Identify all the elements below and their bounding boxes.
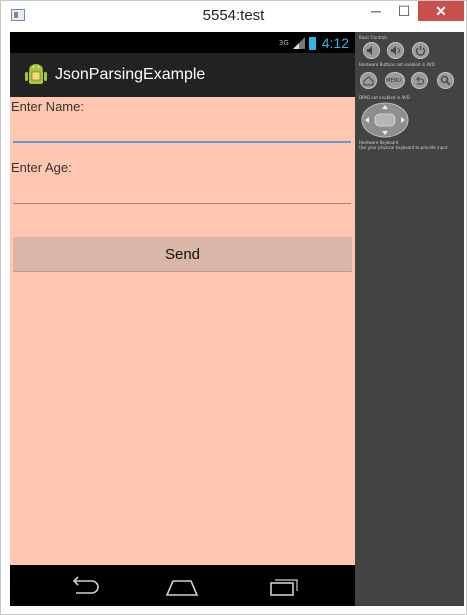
name-label: Enter Name: (11, 99, 84, 114)
power-icon (415, 46, 426, 56)
age-input[interactable] (13, 178, 351, 204)
signal-icon (292, 37, 305, 49)
battery-icon (308, 36, 316, 50)
hardware-buttons-label: Hardware Buttons (359, 62, 396, 67)
hardware-buttons-note: not enabled in AVD (396, 62, 435, 67)
volume-down-button[interactable] (363, 42, 380, 59)
send-button[interactable]: Send (13, 237, 352, 272)
navigation-bar (10, 565, 355, 606)
device-screen: 3G 4:12 JsonParsingExample Enter Name: E… (10, 32, 355, 606)
menu-hw-label: MENU (386, 78, 401, 84)
dpad-control[interactable] (361, 102, 409, 138)
volume-down-icon (367, 46, 372, 55)
dpad-label: DPAD (359, 95, 371, 100)
search-icon (440, 75, 451, 86)
emulator-window: 5554:test ─ ☐ ✕ 3G 4:12 JsonParsingExamp… (0, 0, 467, 615)
status-bar: 3G 4:12 (10, 32, 355, 53)
dpad-note: not enabled in AVD (371, 95, 410, 100)
search-hw-button[interactable] (437, 72, 454, 89)
close-button[interactable]: ✕ (418, 1, 464, 21)
minimize-button[interactable]: ─ (363, 1, 389, 21)
age-label: Enter Age: (11, 160, 72, 175)
maximize-button[interactable]: ☐ (391, 1, 417, 21)
network-type: 3G (278, 39, 289, 47)
volume-up-icon (391, 46, 400, 55)
app-title: JsonParsingExample (55, 66, 206, 83)
menu-hw-button[interactable]: MENU (385, 72, 405, 89)
status-time: 4:12 (321, 35, 349, 51)
android-icon (25, 64, 47, 84)
form-area: Enter Name: Enter Age: Send (10, 97, 355, 565)
name-input[interactable] (13, 117, 351, 143)
volume-up-button[interactable] (387, 42, 404, 59)
back-hw-icon (416, 76, 424, 85)
power-button[interactable] (412, 42, 429, 59)
hardware-keyboard-note: Use your physical keyboard to provide in… (359, 145, 448, 150)
home-hw-icon (363, 76, 374, 86)
recent-apps-icon[interactable] (267, 575, 301, 597)
basic-controls-label: Basic Controls (359, 35, 388, 40)
action-bar: JsonParsingExample (10, 53, 355, 97)
home-icon[interactable] (165, 575, 199, 597)
back-icon[interactable] (66, 575, 100, 597)
title-bar: 5554:test ─ ☐ ✕ (1, 1, 466, 31)
back-hw-button[interactable] (411, 72, 428, 89)
home-hw-button[interactable] (360, 72, 377, 89)
emulator-control-panel: Basic Controls Hardware Buttons not enab… (355, 32, 464, 606)
